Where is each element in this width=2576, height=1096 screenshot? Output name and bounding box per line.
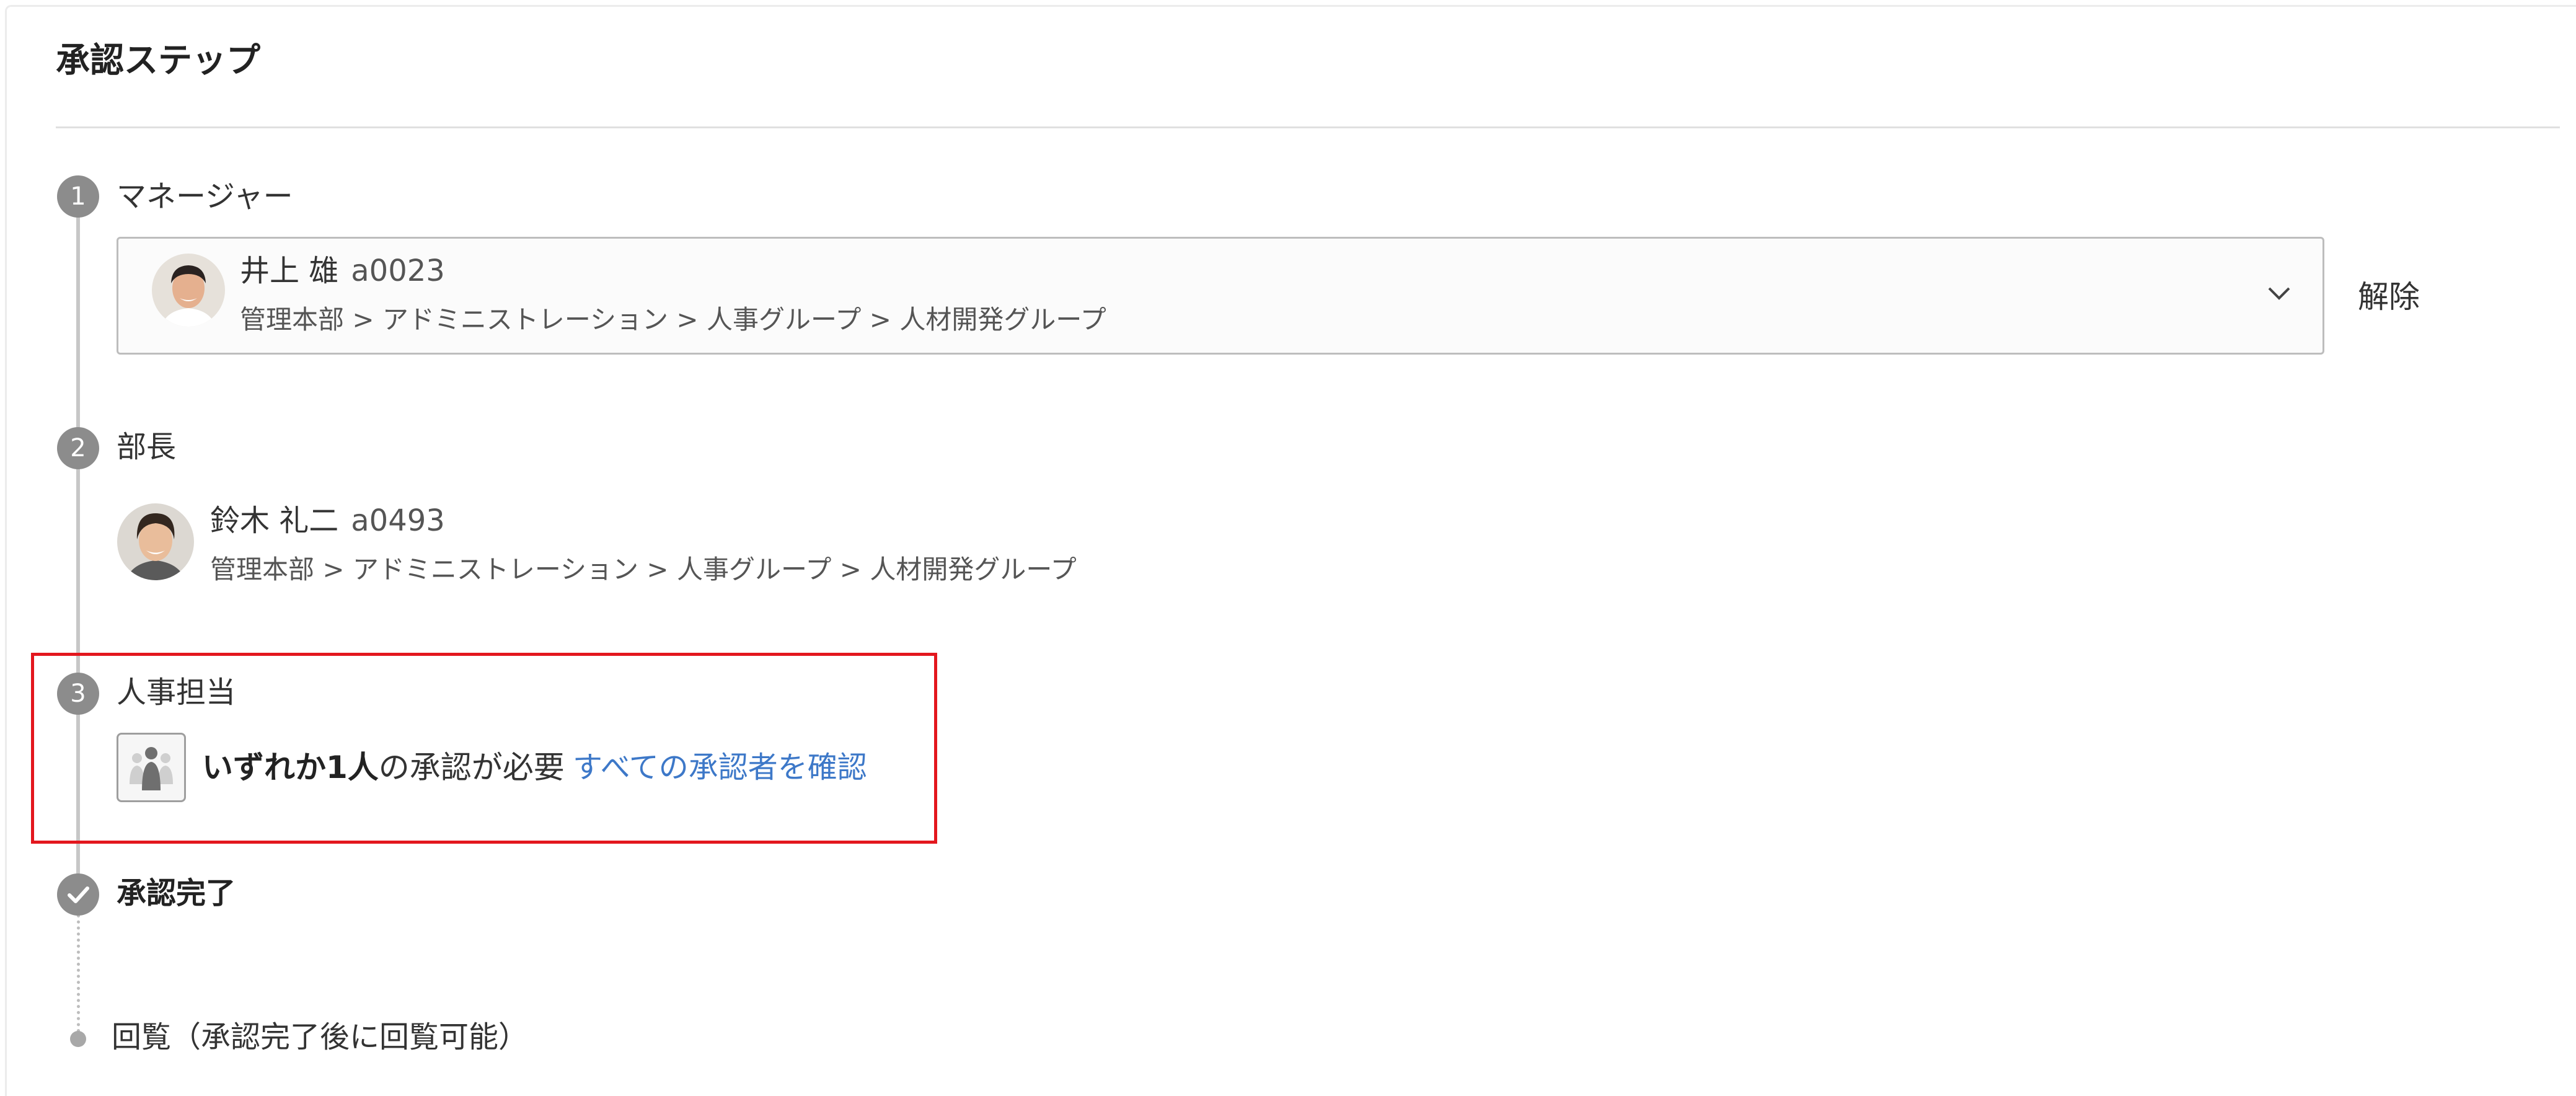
approver-department: 管理本部 > アドミニストレーション > 人事グループ > 人材開発グループ bbox=[210, 554, 1077, 585]
clear-button[interactable]: 解除 bbox=[2358, 278, 2420, 316]
approver-code: a0493 bbox=[351, 503, 445, 538]
approver-name-row: 井上 雄 a0023 bbox=[240, 252, 445, 289]
manager-approver-select[interactable]: 井上 雄 a0023 管理本部 > アドミニストレーション > 人事グループ > … bbox=[117, 237, 2324, 355]
approver-department: 管理本部 > アドミニストレーション > 人事グループ > 人材開発グループ bbox=[240, 304, 1106, 335]
approval-requirement: いずれか1人の承認が必要 bbox=[202, 748, 565, 787]
step-label-department-head: 部長 bbox=[117, 430, 177, 464]
step-label-manager: マネージャー bbox=[117, 179, 293, 214]
approver-name-row: 鈴木 礼二 a0493 bbox=[210, 502, 445, 539]
circulation-label: 回覧（承認完了後に回覧可能） bbox=[112, 1020, 529, 1054]
view-all-approvers-link[interactable]: すべての承認者を確認 bbox=[573, 748, 867, 787]
chevron-down-icon[interactable] bbox=[2265, 283, 2293, 303]
person-avatar-icon bbox=[117, 503, 194, 580]
requirement-count: いずれか1人 bbox=[202, 749, 379, 785]
approval-complete-label: 承認完了 bbox=[117, 876, 236, 911]
complete-step-circle bbox=[57, 873, 99, 916]
title-divider bbox=[56, 126, 2560, 128]
person-avatar-icon bbox=[152, 254, 225, 327]
page-title: 承認ステップ bbox=[56, 40, 261, 80]
approver-code: a0023 bbox=[351, 254, 445, 288]
timeline-dotted-line bbox=[77, 914, 80, 1038]
group-icon bbox=[130, 747, 173, 790]
avatar bbox=[117, 503, 194, 580]
step-label-hr: 人事担当 bbox=[117, 675, 236, 710]
step-number-3: 3 bbox=[57, 673, 99, 715]
approval-steps-card bbox=[5, 5, 2576, 1096]
step-number-1: 1 bbox=[57, 175, 99, 218]
step-number-2: 2 bbox=[57, 427, 99, 469]
requirement-text: の承認が必要 bbox=[378, 749, 565, 785]
avatar bbox=[152, 254, 225, 327]
check-icon bbox=[68, 886, 89, 903]
approver-group-box bbox=[117, 733, 186, 802]
approver-name: 井上 雄 bbox=[240, 254, 339, 288]
circulation-dot bbox=[70, 1031, 86, 1047]
approver-name: 鈴木 礼二 bbox=[210, 503, 339, 538]
